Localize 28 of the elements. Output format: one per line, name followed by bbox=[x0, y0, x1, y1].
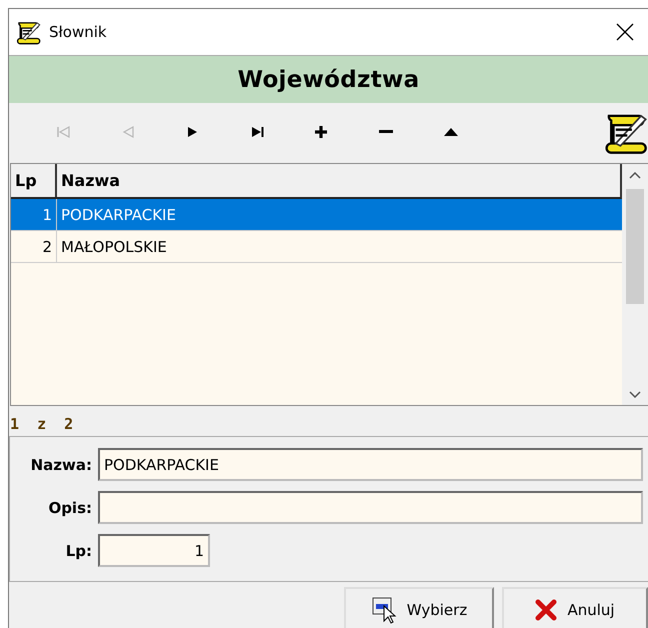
table-cell-text: MAŁOPOLSKIE bbox=[60, 236, 168, 258]
minus-icon bbox=[378, 130, 394, 134]
column-header[interactable]: Nazwa bbox=[57, 164, 620, 197]
table-row[interactable]: 1 PODKARPACKIE bbox=[11, 199, 622, 231]
scroll-up-icon[interactable] bbox=[629, 172, 641, 178]
column-header[interactable]: Lp bbox=[11, 164, 57, 197]
record-counter: 1 z 2 bbox=[9, 414, 74, 435]
first-record-icon bbox=[55, 124, 71, 140]
input-field[interactable] bbox=[98, 491, 643, 524]
input-field[interactable]: PODKARPACKIE bbox=[98, 448, 643, 481]
close-icon bbox=[616, 23, 634, 41]
field-label: Lp: bbox=[64, 542, 93, 560]
dictionary-title: Województwa bbox=[238, 66, 420, 92]
plus-icon bbox=[313, 124, 330, 140]
select-button[interactable]: Wybierz bbox=[344, 587, 494, 628]
field-label: Opis: bbox=[47, 498, 93, 516]
table-cell: 2 bbox=[11, 231, 57, 262]
table-cell-text: PODKARPACKIE bbox=[60, 204, 177, 226]
field-label: Nazwa: bbox=[30, 456, 93, 474]
cancel-button[interactable]: Anuluj bbox=[502, 587, 648, 628]
scrollbar[interactable] bbox=[622, 164, 648, 405]
table-row[interactable]: 2 MAŁOPOLSKIE bbox=[11, 231, 622, 263]
scroll-down-icon[interactable] bbox=[629, 390, 641, 398]
form-cursor-icon bbox=[370, 596, 397, 624]
input-field[interactable]: 1 bbox=[98, 534, 210, 567]
window-title: Słownik bbox=[49, 23, 108, 41]
cross-icon bbox=[535, 598, 558, 620]
table-cell: 1 bbox=[11, 199, 57, 230]
